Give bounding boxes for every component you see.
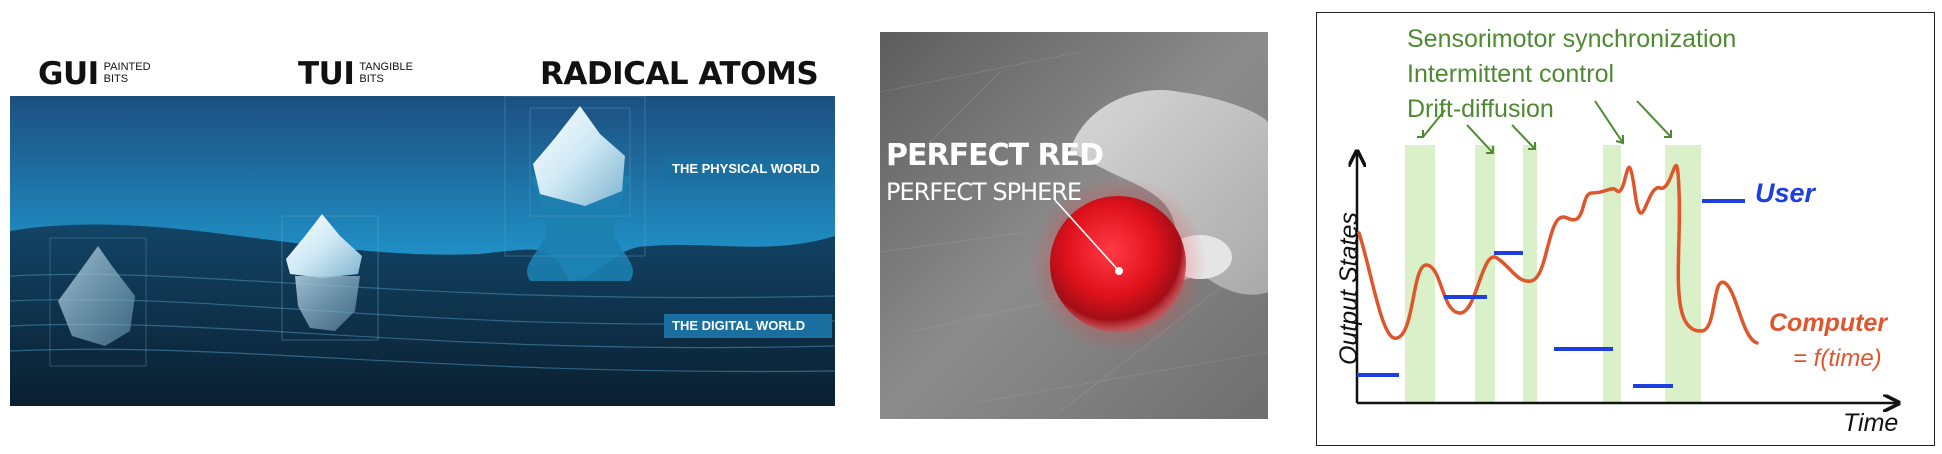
gui-subtitle-line-1: PAINTED [103, 61, 151, 73]
tui-header: TUI TANGIBLE BITS [298, 58, 413, 90]
y-axis-label: Output States [1335, 212, 1363, 365]
band-2 [1475, 145, 1495, 403]
x-axis-label: Time [1843, 409, 1899, 437]
label-intermittent: Intermittent control [1407, 60, 1615, 88]
radical-atoms-title: RADICAL ATOMS [540, 56, 819, 92]
band-5 [1665, 145, 1701, 403]
gui-subtitle: PAINTED BITS [104, 61, 151, 85]
user-label: User [1755, 178, 1816, 208]
computer-label: Computer [1769, 309, 1888, 337]
gui-title: GUI [38, 56, 99, 92]
arrow-4 [1594, 100, 1624, 144]
sync-bands [1405, 145, 1701, 403]
photo-scene [880, 32, 1268, 419]
physical-world-label: THE PHYSICAL WORLD [664, 157, 832, 181]
arrowhead-1 [1417, 130, 1424, 138]
iceberg-illustration: GUI PAINTED BITS TUI TANGIBLE BITS RADIC… [10, 40, 835, 406]
band-3 [1523, 145, 1537, 403]
ocean-scene [10, 96, 835, 406]
gui-subtitle-line-2: BITS [103, 73, 129, 85]
control-diagram: Sensorimotor synchronization Intermitten… [1316, 12, 1935, 446]
tui-title: TUI [298, 56, 355, 92]
perfect-sphere-subtitle: PERFECT SPHERE [886, 178, 1082, 206]
label-sensorimotor: Sensorimotor synchronization [1407, 25, 1737, 53]
band-4 [1603, 145, 1621, 403]
tui-subtitle-line-2: BITS [359, 73, 384, 85]
pointer-dot [1115, 267, 1123, 275]
digital-world-label: THE DIGITAL WORLD [664, 314, 832, 338]
gui-header: GUI PAINTED BITS [38, 58, 151, 90]
radical-atoms-header: RADICAL ATOMS [540, 56, 819, 92]
arrow-5 [1636, 100, 1672, 138]
perfect-red-photo: PERFECT RED PERFECT SPHERE [880, 32, 1268, 419]
label-drift: Drift-diffusion [1407, 95, 1554, 123]
tui-subtitle: TANGIBLE BITS [359, 61, 413, 85]
perfect-red-title: PERFECT RED [886, 138, 1104, 173]
computer-equation: = f(time) [1793, 345, 1882, 372]
tui-subtitle-line-1: TANGIBLE [359, 61, 413, 73]
